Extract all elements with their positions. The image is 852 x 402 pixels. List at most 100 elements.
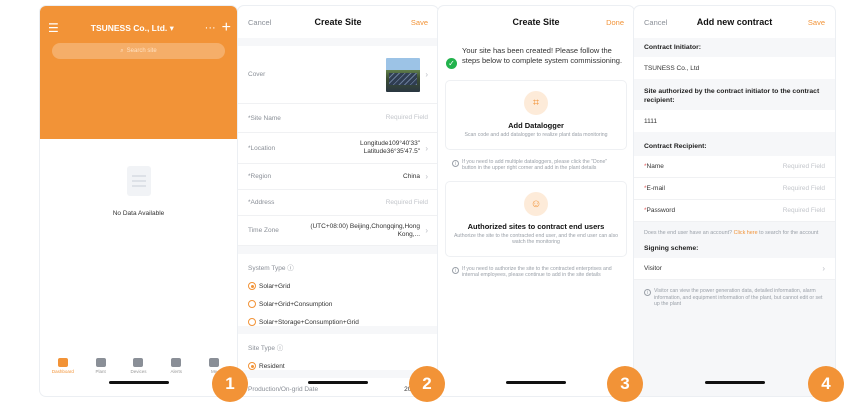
company-selector[interactable]: TSUNESS Co., Ltd. ▾ (60, 23, 205, 34)
tab-alerts[interactable]: Alerts (160, 356, 192, 382)
password-label: *Password (644, 207, 676, 214)
tab-label: Plant (95, 369, 106, 374)
step-badge-2: 2 (409, 366, 445, 402)
menu-icon[interactable]: ☰ (48, 22, 60, 34)
account-question: Does the end user have an account? (644, 230, 733, 236)
address-field[interactable]: *Address Required Field (238, 190, 438, 216)
region-field[interactable]: *Region China › (238, 164, 438, 190)
email-field[interactable]: *E-mail Required Field (634, 178, 835, 200)
success-message: ✓ Your site has been created! Please fol… (438, 38, 634, 69)
password-field[interactable]: *Password Required Field (634, 200, 835, 222)
create-site-navbar: Cancel Create Site Save (238, 6, 438, 38)
site-name-label: *Site Name (248, 114, 281, 122)
chevron-right-icon: › (425, 172, 428, 181)
save-button[interactable]: Save (785, 18, 825, 27)
card-description: Scan code and add datalogger to realize … (464, 132, 608, 138)
datalogger-note: i If you need to add multiple datalogger… (438, 159, 634, 172)
radio-label: Solar+Storage+Consumption+Grid (259, 318, 359, 326)
system-type-solar-grid-consumption[interactable]: Solar+Grid+Consumption (248, 300, 428, 308)
site-name-field[interactable]: *Site Name Required Field (238, 104, 438, 133)
address-label: *Address (248, 199, 275, 206)
address-placeholder: Required Field (385, 198, 428, 206)
plant-icon (95, 358, 106, 367)
cover-photo (386, 57, 420, 92)
name-field[interactable]: *Name Required Field (634, 156, 835, 178)
radio-label: Resident (259, 362, 285, 370)
page-title: Add new contract (696, 17, 773, 27)
account-hint: Does the end user have an account? Click… (634, 222, 835, 239)
empty-state: No Data Available (40, 166, 237, 217)
card-title: Authorized sites to contract end users (467, 221, 605, 231)
site-type-section: Site Type ⓘ Resident (238, 334, 438, 370)
me-icon (209, 358, 220, 367)
radio-icon (248, 300, 256, 308)
card-title: Add Datalogger (508, 121, 564, 130)
note-text: If you need to add multiple dataloggers,… (462, 158, 608, 172)
note-text: Visitor can view the power generation da… (654, 288, 823, 307)
site-type-label: Site Type ⓘ (248, 345, 284, 352)
search-placeholder: Search site (126, 48, 157, 54)
done-button[interactable]: Done (584, 18, 624, 27)
name-placeholder: Required Field (782, 162, 825, 170)
timezone-value: (UTC+08:00) Beijing,Chongqing,Hong Kong,… (310, 222, 420, 238)
radio-selected-icon (248, 362, 256, 370)
cancel-button[interactable]: Cancel (644, 18, 684, 27)
home-indicator (506, 381, 566, 384)
cover-label: Cover (248, 71, 266, 78)
success-text: Your site has been created! Please follo… (462, 46, 623, 65)
page-title: Create Site (314, 17, 362, 27)
system-type-section: System Type ⓘ Solar+Grid Solar+Grid+Cons… (238, 254, 438, 326)
step-badge-3: 3 (607, 366, 643, 402)
authorize-users-card[interactable]: ☺ Authorized sites to contract end users… (446, 181, 626, 256)
recipient-header: Contract Recipient: (634, 132, 835, 156)
add-icon[interactable]: + (222, 20, 231, 36)
system-type-label: System Type ⓘ (248, 265, 294, 272)
cover-row[interactable]: Cover › (238, 46, 438, 104)
visitor-note: i Visitor can view the power generation … (634, 280, 835, 308)
info-icon: i (452, 266, 459, 274)
info-icon: i (644, 289, 651, 296)
home-indicator (108, 381, 169, 384)
alerts-icon (171, 358, 182, 367)
page-title: Create Site (512, 17, 560, 27)
step-badge-1: 1 (212, 366, 248, 402)
region-label: *Region (248, 173, 272, 180)
search-account-link[interactable]: Click here (734, 230, 758, 236)
cancel-button[interactable]: Cancel (248, 18, 288, 27)
user-icon: ☺ (524, 191, 548, 216)
tab-plant[interactable]: Plant (85, 356, 117, 382)
info-icon: i (452, 159, 459, 167)
system-type-solar-grid[interactable]: Solar+Grid (248, 282, 428, 290)
signing-header: Signing scheme: (634, 239, 835, 258)
check-circle-icon: ✓ (446, 58, 457, 69)
location-value: Longitude109°40'33" Latitude36°35'47.5" (359, 140, 420, 155)
system-type-solar-storage[interactable]: Solar+Storage+Consumption+Grid (248, 318, 428, 326)
site-search-input[interactable]: ⌕ Search site (52, 43, 225, 59)
dashboard-header: ☰ TSUNESS Co., Ltd. ▾ ··· + ⌕ Search sit… (40, 6, 237, 139)
signing-scheme-select[interactable]: Visitor › (634, 258, 835, 280)
screen-site-created: Create Site Done ✓ Your site has been cr… (438, 6, 634, 396)
location-field[interactable]: *Location Longitude109°40'33" Latitude36… (238, 133, 438, 164)
save-button[interactable]: Save (388, 18, 428, 27)
more-icon[interactable]: ··· (205, 22, 216, 34)
production-label: Production/On-grid Date (248, 386, 319, 393)
tab-label: Alerts (170, 369, 183, 374)
radio-label: Solar+Grid+Consumption (259, 300, 333, 308)
initiator-value: TSUNESS Co., Ltd (634, 57, 835, 79)
radio-icon (248, 318, 256, 326)
site-type-resident[interactable]: Resident (248, 362, 428, 370)
add-datalogger-card[interactable]: ⌗ Add Datalogger Scan code and add datal… (446, 81, 626, 149)
site-name-placeholder: Required Field (385, 114, 428, 121)
tutorial-stage: ☰ TSUNESS Co., Ltd. ▾ ··· + ⌕ Search sit… (0, 0, 852, 402)
chevron-right-icon: › (822, 264, 825, 273)
authorize-note: i If you need to authorize the site to t… (438, 266, 634, 279)
initiator-header: Contract Initiator: (634, 38, 835, 57)
chevron-right-icon: › (425, 226, 428, 235)
timezone-field[interactable]: Time Zone (UTC+08:00) Beijing,Chongqing,… (238, 216, 438, 246)
tab-dashboard[interactable]: Dashboard (47, 356, 79, 382)
empty-state-text: No Data Available (112, 210, 165, 217)
tab-devices[interactable]: Devices (122, 356, 154, 382)
location-label: *Location (248, 144, 276, 152)
tab-label: Dashboard (51, 369, 74, 374)
email-label: *E-mail (644, 185, 665, 192)
